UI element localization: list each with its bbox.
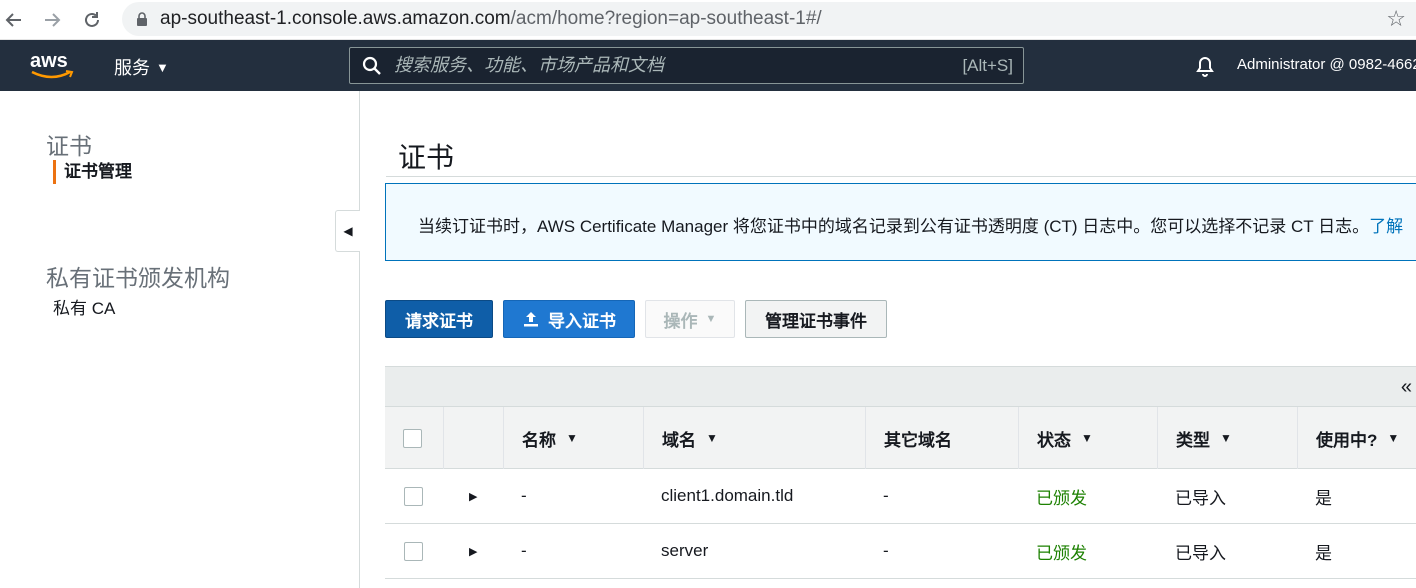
cell-type: 已导入: [1175, 543, 1226, 563]
sidebar-section-certificates: 证书: [46, 133, 92, 159]
bell-icon[interactable]: [1192, 53, 1218, 79]
row-select-cell: [404, 524, 423, 578]
services-label: 服务: [114, 58, 150, 78]
caret-left-icon: ◀: [343, 224, 353, 238]
select-all-checkbox[interactable]: [403, 428, 422, 448]
search-box[interactable]: [Alt+S]: [349, 47, 1024, 84]
banner-message: 当续订证书时，AWS Certificate Manager 将您证书中的域名记…: [418, 217, 1370, 236]
expand-column-header: [443, 407, 503, 469]
back-arrow-icon[interactable]: [0, 6, 28, 34]
column-label-in-use: 使用中?: [1316, 430, 1378, 450]
column-label-type: 类型: [1176, 430, 1210, 450]
upload-icon: [524, 312, 538, 327]
table-row[interactable]: ▶ - server - 已颁发 已导入 是: [385, 524, 1416, 579]
table-row[interactable]: ▶ - client1.domain.tld - 已颁发 已导入 是: [385, 469, 1416, 524]
bookmark-star-icon[interactable]: ☆: [1386, 6, 1406, 32]
sort-caret-icon: ▼: [1220, 431, 1232, 445]
info-banner-text: 当续订证书时，AWS Certificate Manager 将您证书中的域名记…: [418, 212, 1403, 237]
actions-dropdown-button[interactable]: 操作 ▼: [645, 300, 735, 338]
sidebar-item-certificate-management[interactable]: 证书管理: [53, 160, 132, 184]
column-header-in-use[interactable]: 使用中? ▼: [1297, 407, 1416, 469]
manage-events-label: 管理证书事件: [765, 311, 867, 331]
search-input[interactable]: [394, 55, 934, 76]
browser-toolbar: ap-southeast-1.console.aws.amazon.com/ac…: [0, 0, 1416, 40]
row-checkbox[interactable]: [404, 486, 423, 506]
expand-row-icon[interactable]: ▶: [469, 469, 477, 523]
cell-other-domains: -: [883, 486, 889, 505]
url-domain: ap-southeast-1.console.aws.amazon.com: [160, 8, 511, 29]
cell-other-domains: -: [883, 541, 889, 560]
aws-top-nav: aws 服务 ▼ [Alt+S] Administrator @ 0982-46…: [0, 40, 1416, 91]
column-header-name[interactable]: 名称 ▼: [503, 407, 643, 469]
aws-logo[interactable]: aws: [28, 50, 74, 80]
row-select-cell: [404, 469, 423, 523]
banner-learn-more-link[interactable]: 了解: [1369, 217, 1403, 236]
page-title: 证书: [398, 142, 455, 173]
select-all-cell: [385, 407, 443, 469]
forward-arrow-icon[interactable]: [38, 6, 66, 34]
sort-caret-icon: ▼: [1387, 431, 1400, 445]
cell-name: -: [521, 486, 527, 505]
url-text: ap-southeast-1.console.aws.amazon.com/ac…: [160, 8, 822, 30]
services-menu-button[interactable]: 服务 ▼: [114, 54, 169, 80]
column-header-other-domains: 其它域名: [865, 407, 1018, 469]
manage-certificate-events-button[interactable]: 管理证书事件: [745, 300, 887, 338]
account-menu[interactable]: Administrator @ 0982-4662: [1237, 56, 1416, 73]
column-label-domain: 域名: [662, 430, 696, 450]
expand-row-icon[interactable]: ▶: [469, 524, 477, 578]
column-label-status: 状态: [1037, 430, 1071, 450]
title-divider: [386, 176, 1416, 177]
url-path: /acm/home?region=ap-southeast-1#/: [510, 8, 822, 29]
cell-in-use: 是: [1315, 543, 1332, 563]
aws-smile-icon: [31, 70, 74, 79]
address-bar[interactable]: ap-southeast-1.console.aws.amazon.com/ac…: [122, 2, 1416, 36]
search-icon: [362, 56, 381, 75]
row-checkbox[interactable]: [404, 541, 423, 561]
info-banner: 当续订证书时，AWS Certificate Manager 将您证书中的域名记…: [385, 183, 1416, 261]
collapse-sidebar-button[interactable]: ◀: [335, 210, 360, 252]
lock-icon: [137, 12, 147, 26]
cell-status: 已颁发: [1036, 488, 1087, 508]
request-certificate-label: 请求证书: [405, 311, 473, 331]
cell-domain: server: [661, 541, 709, 560]
column-label-name: 名称: [522, 430, 556, 450]
column-header-domain[interactable]: 域名 ▼: [643, 407, 865, 469]
request-certificate-button[interactable]: 请求证书: [385, 300, 493, 338]
reload-icon[interactable]: [78, 6, 106, 34]
sidebar-item-private-ca[interactable]: 私有 CA: [53, 294, 115, 319]
cell-type: 已导入: [1175, 488, 1226, 508]
import-certificate-button[interactable]: 导入证书: [503, 300, 635, 338]
caret-down-icon: ▼: [156, 59, 169, 75]
sidebar: 证书 证书管理 私有证书颁发机构 私有 CA: [0, 91, 360, 588]
caret-down-icon: ▼: [705, 313, 717, 325]
sort-caret-icon: ▼: [566, 431, 578, 445]
sidebar-section-private-ca: 私有证书颁发机构: [46, 265, 230, 291]
column-label-other-domains: 其它域名: [884, 430, 952, 450]
import-certificate-label: 导入证书: [548, 311, 616, 331]
sort-caret-icon: ▼: [706, 431, 718, 445]
actions-label: 操作: [663, 311, 698, 331]
column-header-type[interactable]: 类型 ▼: [1157, 407, 1297, 469]
cell-name: -: [521, 541, 527, 560]
cell-status: 已颁发: [1036, 543, 1087, 563]
table-header: 名称 ▼ 域名 ▼ 其它域名 状态 ▼ 类型 ▼ 使用中? ▼: [385, 406, 1416, 469]
cell-domain: client1.domain.tld: [661, 486, 794, 505]
cell-in-use: 是: [1315, 488, 1332, 508]
column-header-status[interactable]: 状态 ▼: [1018, 407, 1157, 469]
sort-caret-icon: ▼: [1081, 431, 1093, 445]
search-shortcut-hint: [Alt+S]: [962, 56, 1013, 75]
double-chevron-left-icon[interactable]: «: [1401, 376, 1412, 399]
table-toolbar: «: [385, 366, 1416, 406]
